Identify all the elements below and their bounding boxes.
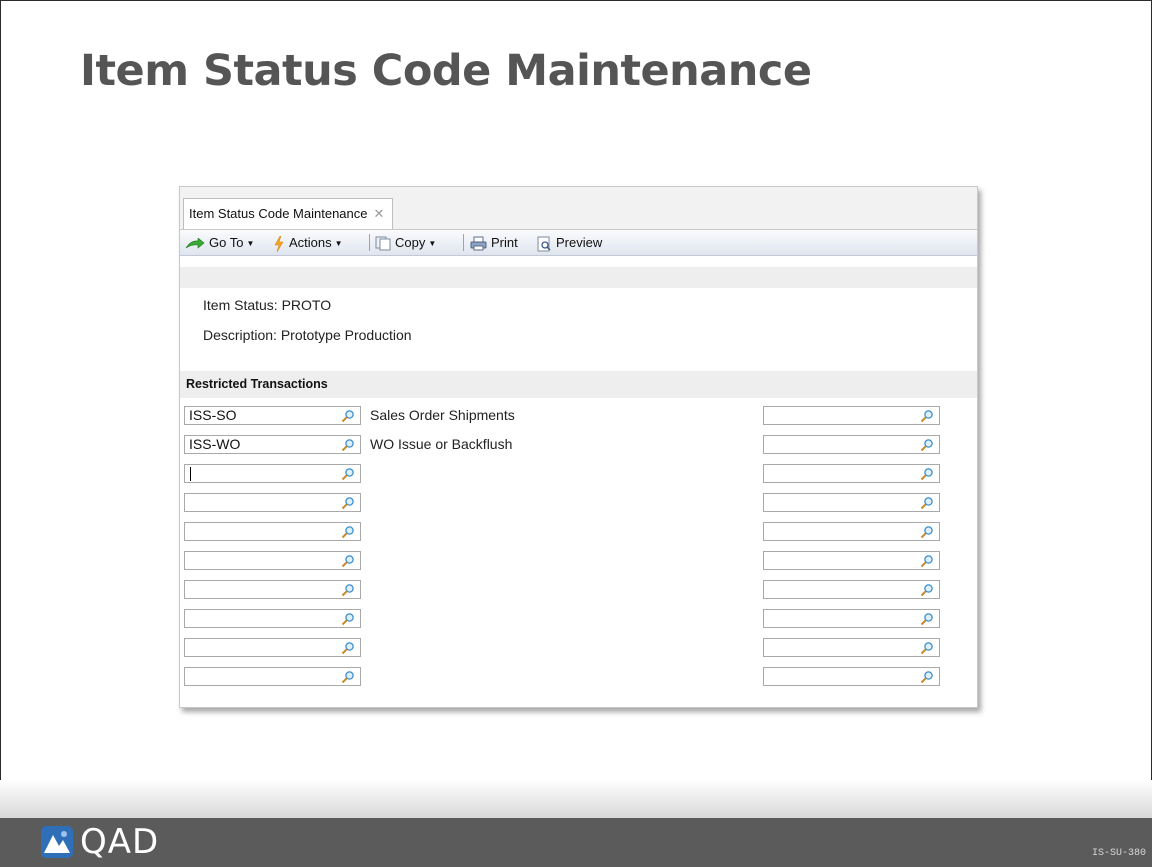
footer-logo-text: QAD — [80, 822, 160, 862]
description-label: Description: — [203, 327, 277, 343]
lightning-icon — [274, 235, 284, 252]
magnifier-icon[interactable] — [341, 409, 355, 423]
magnifier-icon[interactable] — [920, 583, 934, 597]
preview-icon — [537, 236, 551, 252]
copy-button[interactable]: Copy ▼ — [375, 234, 436, 252]
tab-item-status-code-maintenance[interactable]: Item Status Code Maintenance ✕ — [183, 198, 394, 229]
item-status-field: Item Status: PROTO — [203, 297, 331, 313]
toolbar-divider — [463, 234, 464, 251]
actions-button[interactable]: Actions ▼ — [273, 234, 343, 252]
description-value: Prototype Production — [280, 327, 412, 343]
transaction-code-value: ISS-WO — [189, 436, 241, 452]
transaction-code-input-right[interactable] — [763, 464, 940, 483]
goto-button[interactable]: Go To ▼ — [185, 234, 254, 252]
preview-label: Preview — [556, 235, 603, 250]
magnifier-icon[interactable] — [341, 612, 355, 626]
magnifier-icon[interactable] — [920, 612, 934, 626]
chevron-down-icon: ▼ — [334, 239, 343, 249]
printer-icon — [470, 236, 487, 251]
transaction-code-input-right[interactable] — [763, 406, 940, 425]
magnifier-icon[interactable] — [341, 525, 355, 539]
magnifier-icon[interactable] — [920, 496, 934, 510]
close-icon[interactable]: ✕ — [374, 206, 385, 221]
transaction-code-input[interactable] — [184, 638, 361, 657]
transaction-code-input[interactable] — [184, 493, 361, 512]
form-header-bar — [180, 267, 977, 288]
transaction-code-input[interactable] — [184, 522, 361, 541]
transaction-code-input-right[interactable] — [763, 580, 940, 599]
actions-label: Actions — [289, 235, 332, 250]
chevron-down-icon: ▼ — [428, 239, 437, 249]
magnifier-icon[interactable] — [341, 583, 355, 597]
transaction-code-value: ISS-SO — [189, 407, 237, 423]
print-label: Print — [491, 235, 518, 250]
slide-title: Item Status Code Maintenance — [80, 46, 812, 96]
section-header-restricted-transactions: Restricted Transactions — [180, 371, 977, 398]
footer-gradient — [0, 780, 1152, 818]
transaction-code-input-right[interactable] — [763, 522, 940, 541]
chevron-down-icon: ▼ — [246, 239, 255, 249]
magnifier-icon[interactable] — [341, 670, 355, 684]
transaction-code-input-right[interactable] — [763, 435, 940, 454]
slide-code: IS-SU-380 — [1091, 848, 1146, 859]
green-arrow-icon — [185, 237, 205, 249]
transaction-description: WO Issue or Backflush — [370, 436, 513, 452]
magnifier-icon[interactable] — [920, 525, 934, 539]
transaction-code-input-right[interactable] — [763, 667, 940, 686]
magnifier-icon[interactable] — [920, 554, 934, 568]
print-button[interactable]: Print — [470, 234, 518, 251]
magnifier-icon[interactable] — [341, 467, 355, 481]
magnifier-icon[interactable] — [920, 438, 934, 452]
toolbar: Go To ▼ Actions ▼ Copy ▼ Print Preview — [180, 230, 977, 256]
magnifier-icon[interactable] — [920, 409, 934, 423]
magnifier-icon[interactable] — [341, 641, 355, 655]
item-status-label: Item Status: — [203, 297, 278, 313]
preview-button[interactable]: Preview — [537, 234, 602, 252]
transaction-code-input[interactable] — [184, 580, 361, 599]
transaction-description: Sales Order Shipments — [370, 407, 515, 423]
goto-label: Go To — [209, 235, 244, 250]
transaction-code-input[interactable]: ISS-WO — [184, 435, 361, 454]
transaction-code-input[interactable] — [184, 609, 361, 628]
magnifier-icon[interactable] — [920, 641, 934, 655]
description-field: Description: Prototype Production — [203, 327, 412, 343]
transaction-code-input[interactable] — [184, 551, 361, 570]
magnifier-icon[interactable] — [341, 496, 355, 510]
copy-icon — [375, 236, 391, 251]
copy-label: Copy — [395, 235, 426, 250]
qad-logo-icon — [41, 826, 73, 858]
magnifier-icon[interactable] — [920, 467, 934, 481]
transaction-code-input-right[interactable] — [763, 638, 940, 657]
transaction-code-input-right[interactable] — [763, 551, 940, 570]
text-cursor — [190, 467, 191, 481]
transaction-code-input[interactable] — [184, 464, 361, 483]
transaction-code-input-right[interactable] — [763, 493, 940, 512]
app-window: Item Status Code Maintenance ✕ Go To ▼ Act… — [179, 186, 978, 708]
magnifier-icon[interactable] — [920, 670, 934, 684]
toolbar-divider — [369, 234, 370, 251]
transaction-code-input-right[interactable] — [763, 609, 940, 628]
magnifier-icon[interactable] — [341, 438, 355, 452]
transaction-code-input[interactable] — [184, 667, 361, 686]
transaction-code-input[interactable]: ISS-SO — [184, 406, 361, 425]
tab-label: Item Status Code Maintenance — [189, 206, 368, 221]
magnifier-icon[interactable] — [341, 554, 355, 568]
item-status-value: PROTO — [281, 297, 332, 313]
footer-bar: QAD IS-SU-380 — [0, 818, 1152, 867]
tab-strip: Item Status Code Maintenance ✕ — [180, 187, 977, 230]
